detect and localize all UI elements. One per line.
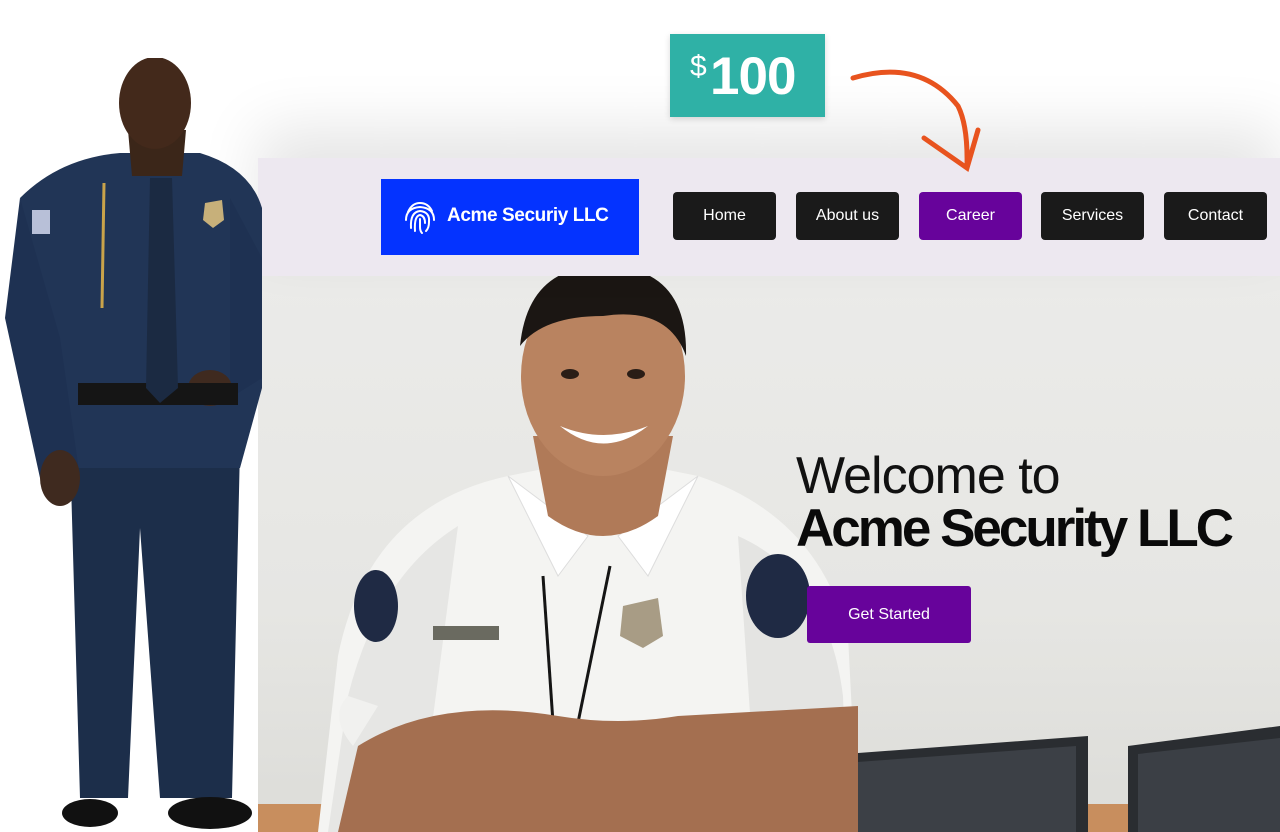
fingerprint-icon [405,201,435,234]
price-badge: $ 100 [670,34,825,117]
curved-arrow-icon [850,69,981,173]
welcome-heading: Welcome to [796,447,1061,505]
site-header: Acme Securiy LLC Home About us Career Se… [258,158,1280,276]
nav-services-button[interactable]: Services [1041,192,1144,240]
brand-name: Acme Securiy LLC [447,205,609,226]
nav-contact-button[interactable]: Contact [1164,192,1267,240]
get-started-button[interactable]: Get Started [807,586,971,643]
price-currency: $ [690,50,707,83]
nav-about-button[interactable]: About us [796,192,899,240]
price-amount: 100 [710,47,796,106]
nav-home-button[interactable]: Home [673,192,776,240]
nav-career-button[interactable]: Career [919,192,1022,240]
company-heading: Acme Security LLC [796,499,1234,558]
uniformed-guard-photo [5,58,262,829]
brand-logo[interactable]: Acme Securiy LLC [381,179,639,255]
